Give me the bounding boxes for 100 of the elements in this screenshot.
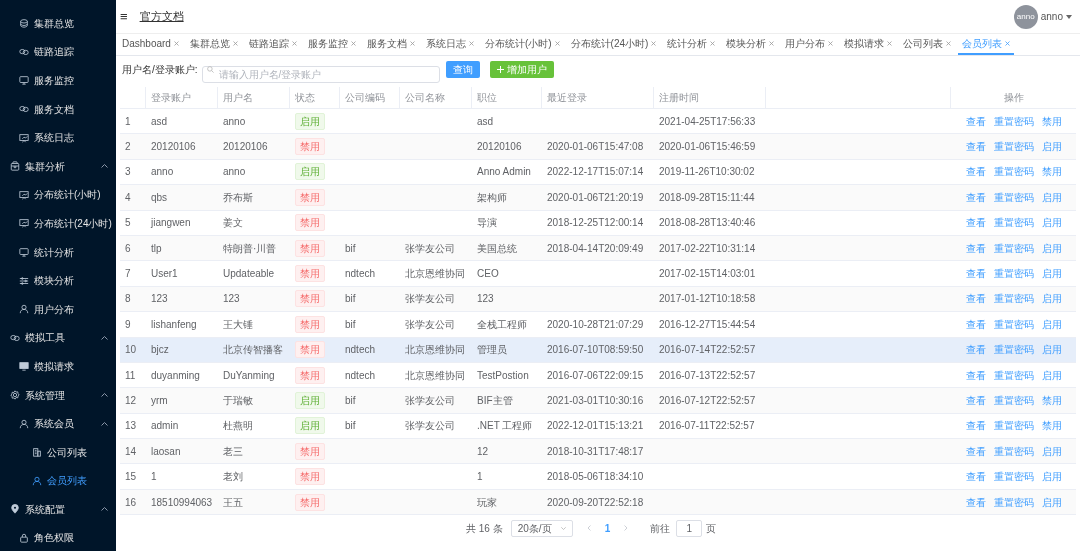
table-cell-text: 老刘 (223, 470, 243, 485)
action-link[interactable]: 启用 (1041, 469, 1062, 485)
tab[interactable]: Dashboard (118, 34, 183, 55)
tab[interactable]: 链路追踪 (244, 34, 301, 55)
close-icon[interactable] (173, 41, 179, 46)
action-link[interactable]: 重置密码 (993, 367, 1034, 383)
tab[interactable]: 用户分布 (781, 34, 838, 55)
action-link[interactable]: 查看 (965, 164, 986, 180)
menu-group[interactable]: 集群分析 (0, 151, 116, 181)
menu-item[interactable]: 服务文档 (0, 94, 116, 124)
table-cell-text: 2018-08-28T13:40:46 (659, 216, 756, 231)
close-icon[interactable] (887, 41, 893, 46)
tab[interactable]: 分布统计(24小时) (566, 34, 661, 55)
tab[interactable]: 公司列表 (899, 34, 956, 55)
action-link[interactable]: 查看 (965, 215, 986, 231)
monitor-icon (19, 247, 29, 258)
page-suffix: 页 (706, 521, 717, 536)
action-link[interactable]: 查看 (965, 316, 986, 332)
menu-icon[interactable]: ≡ (120, 10, 128, 23)
status-tag: 禁用 (295, 265, 325, 283)
tab[interactable]: 模拟请求 (840, 34, 897, 55)
search-field[interactable]: 请输入用户名/登录账户 (201, 65, 440, 83)
close-icon[interactable] (1005, 41, 1011, 46)
avatar[interactable]: anno (1013, 4, 1038, 29)
table-cell-text: 2018-04-14T20:09:49 (547, 241, 644, 256)
page-input[interactable]: 1 (676, 519, 703, 537)
action-link[interactable]: 启用 (1041, 215, 1062, 231)
menu-item[interactable]: 模拟请求 (0, 352, 116, 381)
tab[interactable]: 会员列表 (958, 34, 1015, 55)
action-link[interactable]: 查看 (965, 418, 986, 434)
action-link[interactable]: 禁用 (1041, 113, 1062, 129)
close-icon[interactable] (232, 41, 238, 46)
next-page-icon[interactable] (624, 525, 629, 532)
action-link[interactable]: 查看 (965, 469, 986, 485)
table-cell-text: 2018-12-25T12:00:14 (547, 216, 644, 231)
tab[interactable]: 模块分析 (722, 34, 779, 55)
caret-icon[interactable] (1066, 14, 1072, 19)
action-link[interactable]: 查看 (965, 113, 986, 129)
menu-group[interactable]: 系统管理 (0, 380, 116, 410)
close-icon[interactable] (828, 41, 834, 46)
action-link[interactable]: 查看 (965, 367, 986, 383)
tab[interactable]: 分布统计(小时) (480, 34, 564, 55)
close-icon[interactable] (554, 41, 560, 46)
menu-item[interactable]: 系统日志 (0, 123, 116, 152)
close-icon[interactable] (946, 41, 952, 46)
docs-link[interactable]: 官方文档 (139, 8, 184, 25)
page-size-select[interactable]: 20条/页 (510, 519, 573, 537)
menu-group[interactable]: 模拟工具 (0, 323, 116, 353)
user-name[interactable]: anno (1040, 9, 1063, 24)
action-link[interactable]: 启用 (1041, 316, 1062, 332)
action-link[interactable]: 启用 (1041, 367, 1062, 383)
tab[interactable]: 统计分析 (663, 34, 720, 55)
menu-item[interactable]: 集群总览 (0, 9, 116, 38)
menu-item[interactable]: 公司列表 (0, 437, 116, 467)
action-link[interactable]: 禁用 (1041, 418, 1062, 434)
menu-item[interactable]: 分布统计(24小时) (0, 209, 116, 238)
chevron-icon (560, 526, 566, 530)
close-icon[interactable] (468, 41, 474, 46)
action-link[interactable]: 重置密码 (993, 113, 1034, 129)
action-link[interactable]: 重置密码 (993, 215, 1034, 231)
action-link[interactable]: 重置密码 (993, 266, 1034, 282)
menu-group[interactable]: 系统会员 (0, 409, 116, 438)
close-icon[interactable] (409, 41, 415, 46)
close-icon[interactable] (291, 41, 297, 46)
table-cell-text: Updateable (223, 267, 275, 282)
tab[interactable]: 服务文档 (362, 34, 419, 55)
menu-item[interactable]: 服务监控 (0, 66, 116, 95)
table-cell-text: 2019-11-26T10:30:02 (659, 165, 755, 180)
action-link[interactable]: 禁用 (1041, 164, 1062, 180)
table-cell-text: 2020-10-28T21:07:29 (547, 317, 644, 332)
table-cell-text: 2018-10-31T17:48:17 (547, 444, 644, 459)
menu-item[interactable]: 统计分析 (0, 237, 116, 267)
menu-item[interactable]: 分布统计(小时) (0, 180, 116, 210)
menu-item[interactable]: 链路追踪 (0, 37, 116, 67)
table-cell-text: 14 (125, 444, 137, 459)
action-link[interactable]: 查看 (965, 266, 986, 282)
table-cell-text: 导演 (477, 216, 497, 231)
close-icon[interactable] (651, 41, 657, 46)
menu-item[interactable]: 模块分析 (0, 266, 116, 295)
action-link[interactable]: 启用 (1041, 266, 1062, 282)
previous-page-icon[interactable] (586, 525, 591, 532)
menu-item[interactable]: 用户分布 (0, 294, 116, 324)
menu-group[interactable]: 系统配置 (0, 495, 116, 524)
column-header: 注册时间 (659, 91, 699, 105)
close-icon[interactable] (769, 41, 775, 46)
close-icon[interactable] (710, 41, 716, 46)
menu-item[interactable]: 会员列表 (0, 466, 116, 496)
action-link[interactable]: 重置密码 (993, 164, 1034, 180)
chart-board-icon (19, 189, 29, 200)
action-link[interactable]: 重置密码 (993, 469, 1034, 485)
action-link[interactable]: 重置密码 (993, 418, 1034, 434)
table-cell-text: 2020-01-06T15:47:08 (547, 140, 644, 155)
column-header: 最近登录 (547, 91, 587, 105)
close-icon[interactable] (350, 41, 356, 46)
tab[interactable]: 服务监控 (303, 34, 360, 55)
menu-item[interactable]: 角色权限 (0, 523, 116, 551)
column-header: 公司编码 (345, 91, 385, 105)
action-link[interactable]: 重置密码 (993, 316, 1034, 332)
tab[interactable]: 集群总览 (185, 34, 242, 55)
tab[interactable]: 系统日志 (421, 34, 478, 55)
